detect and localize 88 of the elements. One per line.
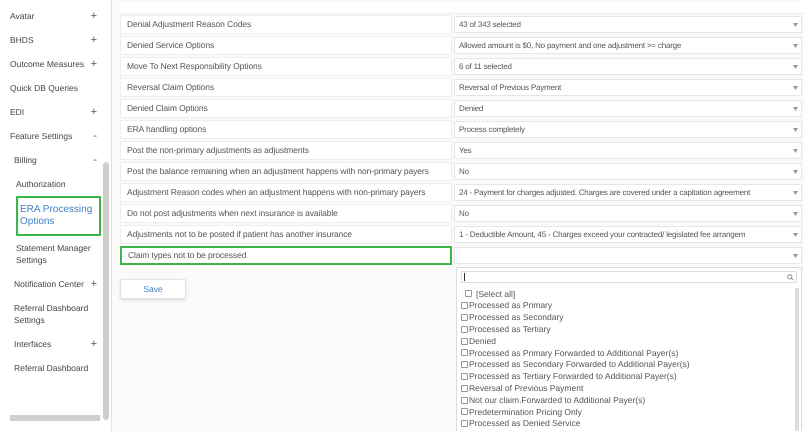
checkbox-option[interactable]: Not our claim.Forwarded to Additional Payer(s): [461, 394, 787, 406]
checkbox[interactable]: [465, 290, 472, 298]
expand-toggle[interactable]: +: [90, 106, 97, 118]
caret-icon: [793, 170, 798, 174]
sidebar-item[interactable]: Authorization: [16, 172, 101, 196]
checkbox[interactable]: [461, 420, 468, 428]
select-field[interactable]: No: [454, 163, 802, 180]
setting-label: Adjustment Reason codes when an adjustment happens with non-primary payers: [120, 183, 452, 202]
select-field[interactable]: Yes: [454, 142, 802, 159]
sidebar-item[interactable]: Interfaces +: [14, 332, 101, 356]
setting-label: Post the non-primary adjustments as adjustments: [120, 141, 452, 160]
checkbox[interactable]: [461, 361, 468, 368]
expand-toggle[interactable]: +: [90, 10, 97, 22]
expand-toggle[interactable]: -: [93, 130, 97, 142]
checkbox-option[interactable]: Processed as Secondary Forwarded to Additional Payer(s): [461, 358, 787, 371]
expand-toggle[interactable]: +: [90, 278, 97, 290]
checkbox-option[interactable]: Processed as Primary: [461, 300, 787, 312]
checkbox[interactable]: [461, 326, 468, 333]
sidebar-item[interactable]: Quick DB Queries: [10, 76, 101, 100]
checkbox-option[interactable]: Processed as Primary Forwarded to Additional Payer(s): [461, 346, 787, 359]
checkbox-option[interactable]: [Select all]: [461, 288, 787, 300]
caret-icon: [793, 212, 798, 216]
setting-label: ERA handling options: [120, 120, 452, 139]
setting-label: Denied Service Options: [120, 36, 452, 55]
caret-icon: [793, 106, 798, 110]
select-field[interactable]: 6 of 11 selected: [454, 58, 802, 75]
caret-icon: [793, 190, 798, 194]
sidebar-item[interactable]: Referral Dashboard Settings: [14, 296, 101, 332]
sidebar-item[interactable]: Billing -: [14, 148, 101, 172]
checkbox[interactable]: [461, 408, 468, 416]
sidebar-item[interactable]: Notification Center +: [14, 272, 101, 296]
checkbox[interactable]: [461, 338, 468, 345]
select-field[interactable]: Denied: [454, 100, 802, 117]
caret-icon: [793, 86, 798, 90]
caret-icon: [793, 44, 798, 48]
select-field[interactable]: 24 - Payment for charges adjusted. Charges are covered under a capitation agreement: [454, 184, 802, 201]
checkbox-option[interactable]: Processed as Tertiary Forwarded to Additional Payer(s): [461, 370, 787, 382]
setting-label: Move To Next Responsibility Options: [120, 57, 452, 76]
setting-label: Do not post adjustments when next insurance is available: [120, 204, 452, 223]
scrollbar[interactable]: [10, 415, 100, 421]
scrollbar[interactable]: [795, 288, 799, 431]
setting-label: Adjustments not to be posted if patient has another insurance: [120, 225, 452, 244]
checkbox-option[interactable]: Predetermination Pricing Only: [461, 406, 787, 418]
setting-label: Denied Claim Options: [120, 99, 452, 118]
setting-label: Denial Adjustment Reason Codes: [120, 15, 452, 34]
expand-toggle[interactable]: +: [90, 58, 97, 70]
sidebar-item[interactable]: Avatar +: [10, 4, 101, 28]
sidebar-item[interactable]: Outcome Measures +: [10, 52, 101, 76]
checkbox[interactable]: [461, 314, 468, 321]
checkbox-option[interactable]: Denied: [461, 335, 787, 347]
select-field[interactable]: Reversal of Previous Payment: [454, 79, 802, 96]
expand-toggle[interactable]: +: [90, 34, 97, 46]
caret-icon: [793, 232, 798, 236]
checkbox[interactable]: [461, 349, 468, 356]
expand-toggle[interactable]: -: [93, 154, 97, 166]
sidebar-item[interactable]: Feature Settings -: [10, 124, 101, 148]
checkbox[interactable]: [461, 396, 468, 404]
select-field[interactable]: 1 - Deductible Amount, 45 - Charges exceed your contracted/ legislated fee arrangem: [454, 226, 802, 243]
caret-icon: [793, 128, 798, 132]
select-field[interactable]: [454, 247, 802, 264]
caret-icon: [793, 22, 798, 26]
sidebar-item[interactable]: Statement Manager Settings: [16, 236, 101, 272]
checkbox-option[interactable]: Processed as Denied Service: [461, 418, 787, 430]
checkbox-option[interactable]: Processed as Tertiary: [461, 323, 787, 336]
select-field[interactable]: Process completely: [454, 121, 802, 138]
caret-icon: [793, 64, 798, 68]
select-field[interactable]: 43 of 343 selected: [454, 16, 802, 33]
scrollbar[interactable]: [103, 162, 109, 420]
sidebar-item[interactable]: ERA Processing Options: [16, 196, 101, 236]
sidebar-item[interactable]: EDI +: [10, 100, 101, 124]
checkbox-option[interactable]: Processed as Secondary: [461, 312, 787, 324]
setting-label: Reversal Claim Options: [120, 78, 452, 97]
sidebar-item[interactable]: BHDS +: [10, 28, 101, 52]
search-icon: [787, 274, 794, 280]
caret-icon: [793, 148, 798, 152]
checkbox[interactable]: [461, 302, 468, 310]
select-field[interactable]: Allowed amount is $0, No payment and one adjustment >= charge: [454, 37, 802, 54]
select-field[interactable]: No: [454, 205, 802, 222]
expand-toggle[interactable]: +: [90, 338, 97, 350]
checkbox[interactable]: [461, 384, 468, 392]
setting-label: Claim types not to be processed: [120, 246, 452, 265]
checkbox[interactable]: [461, 372, 468, 380]
sidebar-item[interactable]: Referral Dashboard: [14, 356, 101, 380]
search-field[interactable]: [461, 271, 797, 283]
setting-label: Post the balance remaining when an adjustment happens with non-primary payers: [120, 162, 452, 181]
checkbox-option[interactable]: Reversal of Previous Payment: [461, 382, 787, 394]
caret-icon: [793, 254, 798, 258]
save-button[interactable]: Save: [120, 279, 186, 300]
